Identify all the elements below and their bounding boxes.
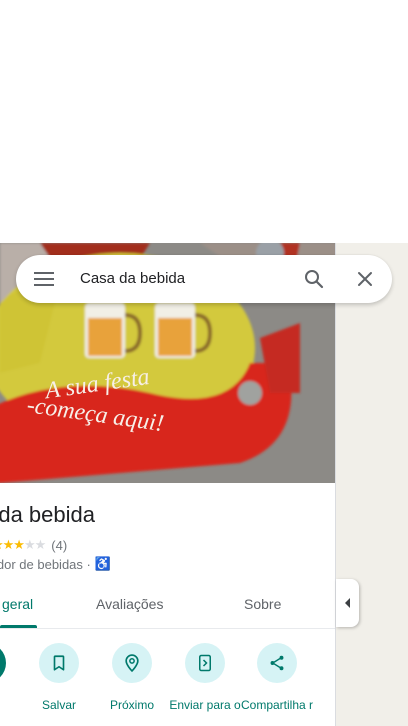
send-to-phone-icon <box>185 643 225 683</box>
place-title: a da bebida <box>0 502 95 527</box>
action-label: Salvar <box>41 698 76 712</box>
caret-left-icon <box>344 598 350 608</box>
action-label: Próximo <box>109 698 154 712</box>
nearby-icon <box>112 643 152 683</box>
star-empty-icon: ★★ <box>23 537 46 552</box>
save-button[interactable]: Salvar <box>19 643 99 712</box>
active-tab-indicator <box>0 625 37 628</box>
wheelchair-icon: ♿ <box>94 556 112 571</box>
tab-overview[interactable]: geral <box>2 596 33 612</box>
place-panel: A sua festa -começa aqui! a da bebida ★★… <box>0 243 336 726</box>
action-label: Compartilha r <box>240 698 314 712</box>
search-input[interactable]: Casa da bebida <box>80 270 185 287</box>
star-icon: ★★★ <box>0 537 25 552</box>
place-tabs: geral Avaliações Sobre <box>0 581 335 629</box>
action-label: Enviar para o <box>169 698 241 712</box>
search-box[interactable]: Casa da bebida <box>16 255 392 303</box>
place-category[interactable]: idor de bebidas · <box>0 557 91 572</box>
search-icon[interactable] <box>302 267 326 291</box>
bookmark-icon <box>39 643 79 683</box>
rating-count[interactable]: (4) <box>51 538 67 553</box>
rating-row[interactable]: ★★★★★ (4) <box>0 537 67 553</box>
nearby-button[interactable]: Próximo <box>92 643 172 712</box>
send-to-phone-button[interactable]: Enviar para o <box>165 643 245 712</box>
category-row: idor de bebidas · ♿ <box>0 556 111 572</box>
collapse-panel-button[interactable] <box>336 579 359 627</box>
close-icon[interactable] <box>353 267 377 291</box>
tab-about[interactable]: Sobre <box>244 596 281 612</box>
share-button[interactable]: Compartilha r <box>237 643 317 712</box>
menu-icon[interactable] <box>32 268 56 290</box>
share-icon <box>257 643 297 683</box>
tab-reviews[interactable]: Avaliações <box>96 596 163 612</box>
directions-icon <box>0 643 6 683</box>
rating-stars: ★★★★★ <box>0 537 46 553</box>
